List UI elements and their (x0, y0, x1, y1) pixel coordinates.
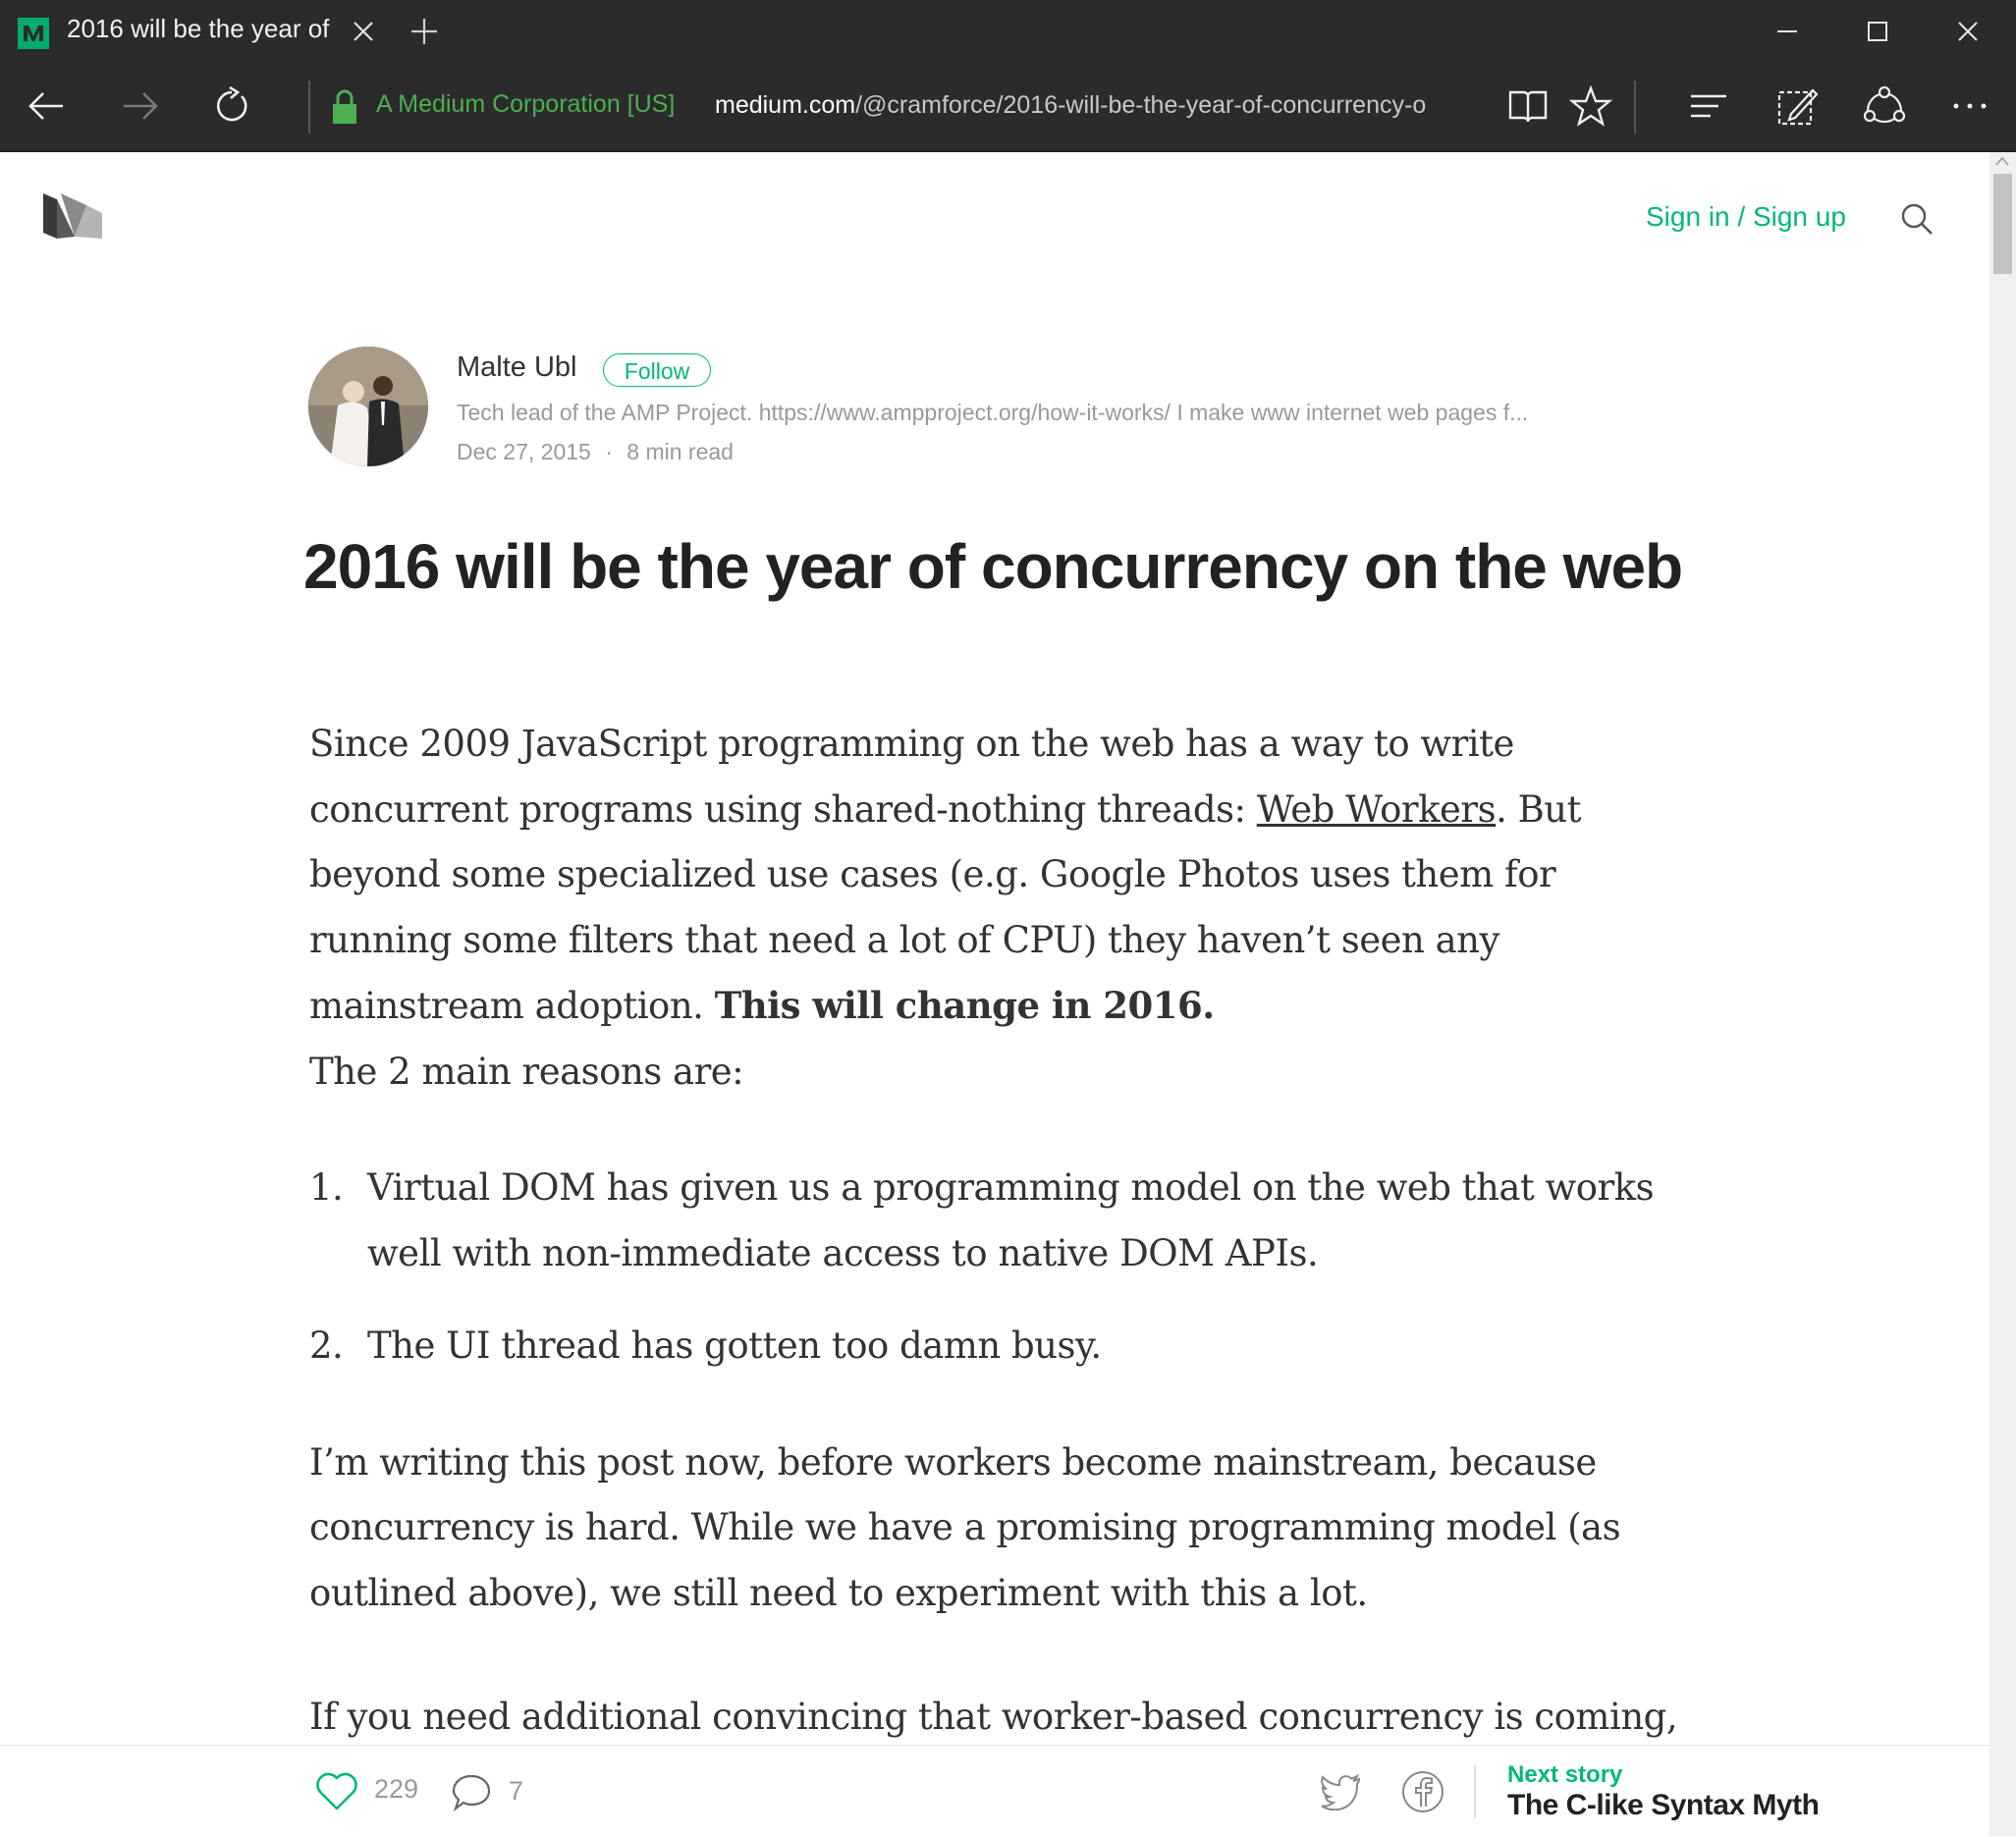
list-number: 2. (309, 1324, 344, 1367)
forward-arrow-icon[interactable] (116, 82, 163, 130)
tab-title: 2016 will be the year of (67, 14, 330, 43)
list-item-text: Virtual DOM has given us a programming m… (367, 1166, 1655, 1274)
list-item: 2. The UI thread has gotten too damn busy… (309, 1314, 1694, 1379)
url-host: medium.com (715, 91, 856, 119)
medium-logo-icon[interactable] (41, 189, 104, 241)
meta-separator: · (605, 439, 613, 464)
url-path: /@cramforce/2016-will-be-the-year-of-con… (855, 91, 1427, 119)
comment-bubble-icon[interactable] (450, 1771, 493, 1812)
read-time: 8 min read (627, 439, 734, 464)
new-tab-plus-icon[interactable] (409, 16, 440, 47)
reading-view-book-icon[interactable] (1504, 82, 1552, 130)
window-title-bar: 2016 will be the year of (0, 0, 2016, 63)
post-action-bar: 229 7 Next story The C-like Syntax Myth (0, 1745, 1989, 1837)
facebook-icon[interactable] (1400, 1769, 1445, 1814)
comment-count[interactable]: 7 (509, 1776, 523, 1807)
share-icon[interactable] (1861, 82, 1908, 130)
certificate-name[interactable]: A Medium Corporation [US] (376, 90, 675, 119)
scrollbar-thumb[interactable] (1993, 174, 2012, 274)
paragraph: The 2 main reasons are: (309, 1050, 744, 1093)
post-meta: Dec 27, 2015 · 8 min read (457, 439, 734, 465)
close-tab-icon[interactable] (350, 18, 377, 45)
author-avatar[interactable] (308, 347, 428, 466)
toolbar-divider (1634, 81, 1636, 134)
follow-button[interactable]: Follow (603, 353, 711, 387)
twitter-icon[interactable] (1318, 1771, 1363, 1810)
author-name[interactable]: Malte Ubl (457, 351, 577, 384)
reasons-list: 1. Virtual DOM has given us a programming… (309, 1156, 1694, 1379)
list-number: 1. (309, 1166, 344, 1209)
scroll-up-arrow-icon[interactable] (1995, 156, 2009, 166)
search-icon[interactable] (1899, 201, 1934, 237)
article-body: Since 2009 JavaScript programming on the… (309, 712, 1694, 1751)
sign-in-link[interactable]: Sign in / Sign up (1646, 201, 1846, 233)
like-count[interactable]: 229 (374, 1774, 418, 1805)
hub-icon[interactable] (1685, 82, 1732, 130)
next-story-label[interactable]: Next story (1507, 1761, 1622, 1789)
browser-tab-active[interactable]: 2016 will be the year of (0, 0, 393, 63)
favorite-star-icon[interactable] (1567, 82, 1614, 130)
paragraph: If you need additional convincing that w… (309, 1696, 1678, 1738)
action-bar-divider (1474, 1765, 1476, 1818)
paragraph: I’m writing this post now, before worker… (309, 1440, 1621, 1614)
medium-favicon-icon (18, 18, 49, 49)
lock-icon[interactable] (330, 88, 359, 126)
web-note-icon[interactable] (1773, 82, 1821, 130)
post-title: 2016 will be the year of concurrency on … (303, 531, 1683, 602)
post-date: Dec 27, 2015 (457, 439, 591, 464)
back-arrow-icon[interactable] (24, 82, 71, 130)
close-window-icon[interactable] (1950, 14, 1986, 49)
toolbar-divider (308, 81, 310, 134)
address-bar-url[interactable]: medium.com/@cramforce/2016-will-be-the-y… (715, 91, 1475, 120)
vertical-scrollbar[interactable] (1989, 152, 2016, 1836)
refresh-icon[interactable] (208, 82, 255, 130)
address-toolbar: A Medium Corporation [US] medium.com/@cr… (0, 63, 2016, 152)
author-bio: Tech lead of the AMP Project. https://ww… (457, 400, 1529, 425)
minimize-icon[interactable] (1770, 14, 1805, 49)
heart-like-icon[interactable] (314, 1769, 359, 1812)
list-item-text: The UI thread has gotten too damn busy. (367, 1324, 1102, 1367)
more-options-icon[interactable] (1946, 82, 1993, 130)
bold-statement: This will change in 2016. (714, 984, 1215, 1027)
maximize-icon[interactable] (1860, 14, 1895, 49)
paragraph: Since 2009 JavaScript programming on the… (309, 712, 1694, 1040)
next-story-title[interactable]: The C-like Syntax Myth (1507, 1789, 1820, 1822)
web-workers-link[interactable]: Web Workers (1257, 788, 1497, 831)
avatar-photo-icon (308, 347, 428, 466)
page-viewport: Sign in / Sign up Malte Ubl Follow Tech … (0, 152, 1989, 1836)
list-item: 1. Virtual DOM has given us a programming… (309, 1156, 1694, 1286)
